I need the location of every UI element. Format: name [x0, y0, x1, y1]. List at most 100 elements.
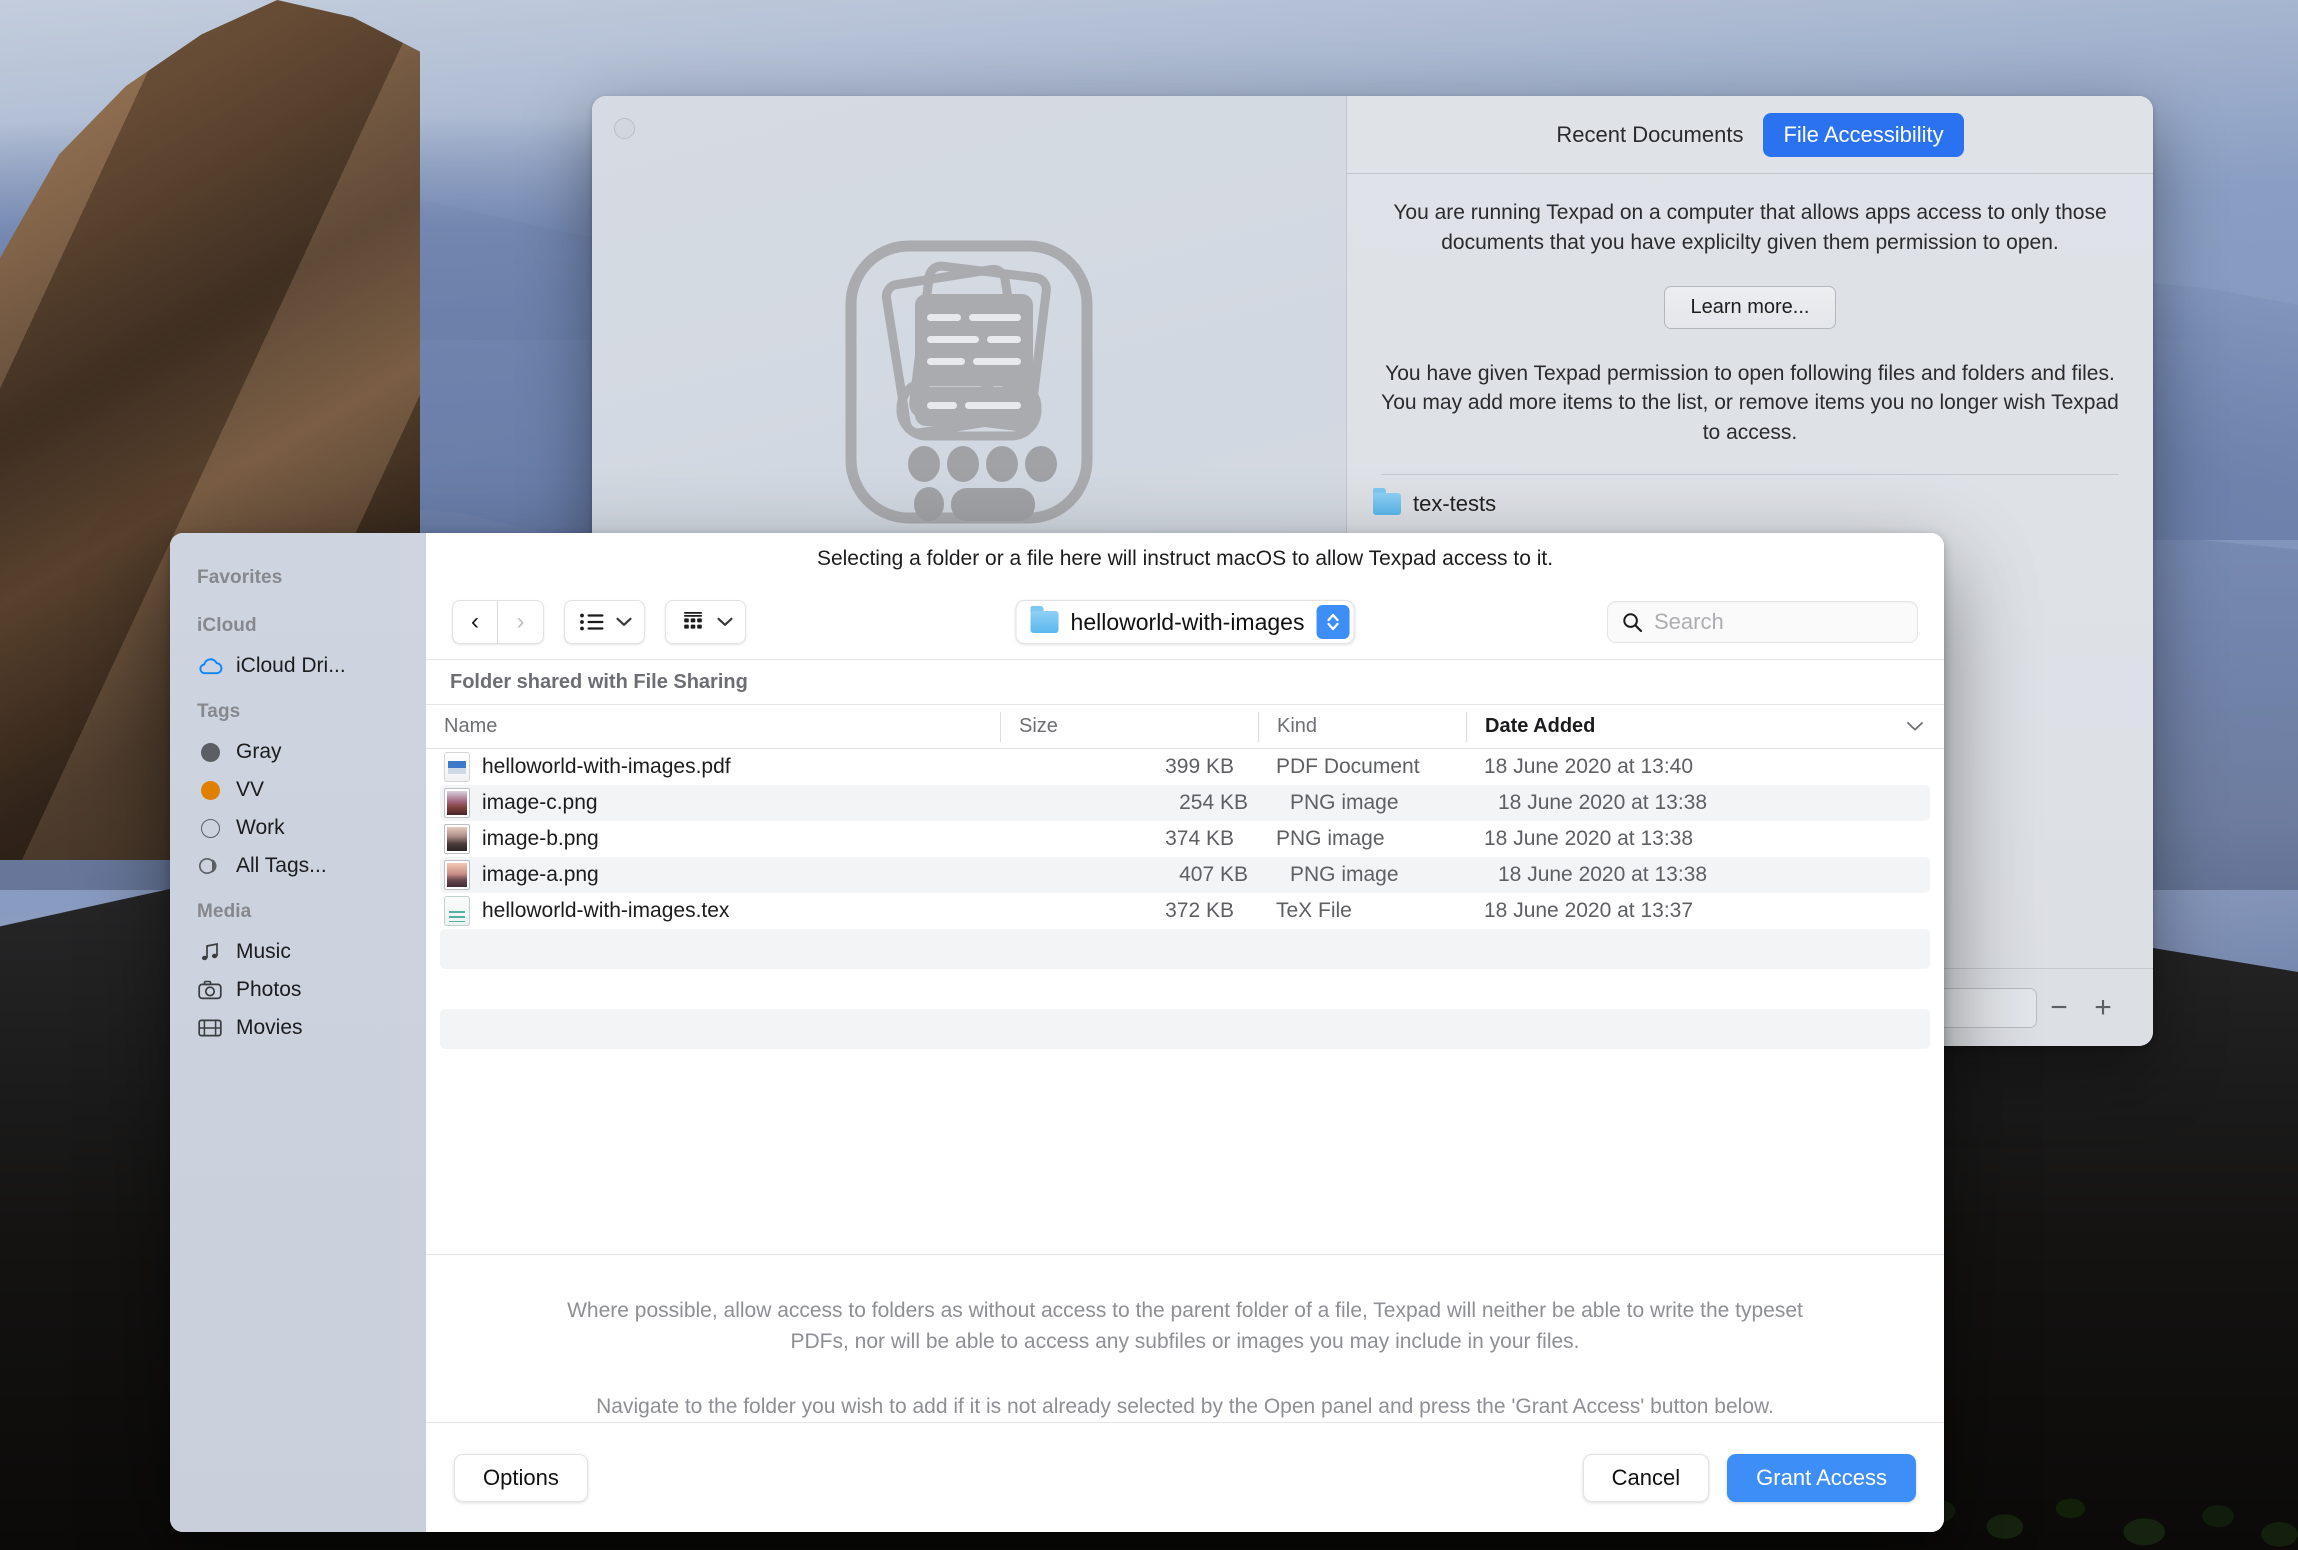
- sidebar-item-movies[interactable]: Movies: [170, 1009, 426, 1047]
- icon-view-button[interactable]: [665, 600, 746, 644]
- file-accessibility-body: You are running Texpad on a computer tha…: [1347, 174, 2153, 476]
- back-button[interactable]: ‹: [452, 600, 498, 644]
- sidebar-item-label: Movies: [236, 1016, 303, 1039]
- file-kind: PDF Document: [1276, 755, 1420, 778]
- file-name: helloworld-with-images.tex: [482, 899, 730, 922]
- sidebar-header-media: Media: [197, 901, 252, 922]
- list-view-button[interactable]: [564, 600, 645, 644]
- folder-icon: [1373, 488, 1401, 516]
- texpad-tab-bar: Recent Documents File Accessibility: [1347, 96, 2153, 174]
- table-row[interactable]: helloworld-with-images.tex 372 KB TeX Fi…: [426, 893, 1944, 929]
- granted-item-label: tex-tests: [1413, 491, 1497, 517]
- list-item[interactable]: tex-tests: [1373, 488, 2127, 517]
- note-paragraph-2: Navigate to the folder you wish to add i…: [596, 1394, 1774, 1418]
- camera-icon: [197, 980, 223, 1000]
- open-panel-toolbar: ‹ › helloworld-with-images Search: [426, 585, 1944, 659]
- file-date: 18 June 2020 at 13:38: [1498, 791, 1708, 814]
- sidebar-item-music[interactable]: Music: [170, 933, 426, 971]
- sidebar-item-label: Work: [236, 816, 285, 839]
- file-list-column-headers: Name Size Kind Date Added: [426, 705, 1944, 749]
- sort-chevron-down-icon: [1906, 721, 1924, 732]
- table-row-empty: [440, 1009, 1930, 1049]
- forward-button[interactable]: ›: [498, 600, 544, 644]
- file-date: 18 June 2020 at 13:40: [1484, 755, 1694, 778]
- file-size: 254 KB: [1179, 791, 1248, 814]
- table-row[interactable]: helloworld-with-images.pdf 399 KB PDF Do…: [426, 749, 1944, 785]
- tag-dot-hollow-icon: [197, 818, 223, 838]
- icloud-icon: [197, 657, 223, 675]
- file-name: image-c.png: [482, 791, 598, 814]
- sidebar-header-icloud: iCloud: [197, 615, 257, 636]
- list-view-icon: [579, 612, 605, 632]
- table-row[interactable]: image-a.png 407 KB PNG image 18 June 202…: [440, 857, 1930, 893]
- all-tags-icon: [197, 857, 223, 875]
- sidebar-item-label: iCloud Dri...: [236, 654, 346, 677]
- intro-paragraph: You are running Texpad on a computer tha…: [1393, 201, 2107, 254]
- column-header-size[interactable]: Size: [1000, 711, 1258, 742]
- add-item-button[interactable]: +: [2081, 992, 2125, 1023]
- sidebar-item-tag-gray[interactable]: Gray: [170, 733, 426, 771]
- sidebar-item-photos[interactable]: Photos: [170, 971, 426, 1009]
- open-panel-main: Selecting a folder or a file here will i…: [426, 533, 1944, 1532]
- film-icon: [197, 1018, 223, 1038]
- learn-more-button[interactable]: Learn more...: [1663, 285, 1837, 329]
- sidebar: Favorites iCloud iCloud Dri... Tags Gray…: [170, 533, 426, 1532]
- sidebar-item-label: Gray: [236, 740, 282, 763]
- table-row[interactable]: image-c.png 254 KB PNG image 18 June 202…: [440, 785, 1930, 821]
- options-button[interactable]: Options: [454, 1453, 588, 1502]
- sidebar-header-tags: Tags: [197, 701, 241, 722]
- file-date: 18 June 2020 at 13:38: [1498, 863, 1708, 886]
- tab-recent-documents[interactable]: Recent Documents: [1536, 113, 1763, 157]
- note-paragraph-1: Where possible, allow access to folders …: [567, 1298, 1803, 1353]
- hillside-trees: [1890, 1420, 2298, 1550]
- file-size: 399 KB: [1165, 755, 1234, 778]
- file-kind: PNG image: [1290, 863, 1399, 886]
- column-header-label: Date Added: [1485, 715, 1596, 737]
- file-kind: TeX File: [1276, 899, 1352, 922]
- navigation-buttons: ‹ ›: [452, 600, 544, 644]
- path-popup-button[interactable]: helloworld-with-images: [1015, 600, 1355, 644]
- column-header-date-added[interactable]: Date Added: [1466, 711, 1944, 742]
- sidebar-item-tag-vv[interactable]: VV: [170, 771, 426, 809]
- file-kind: PNG image: [1290, 791, 1399, 814]
- remove-item-button[interactable]: −: [2037, 992, 2081, 1023]
- sidebar-item-icloud-drive[interactable]: iCloud Dri...: [170, 647, 426, 685]
- tab-file-accessibility[interactable]: File Accessibility: [1763, 112, 1964, 157]
- file-size: 407 KB: [1179, 863, 1248, 886]
- file-list[interactable]: helloworld-with-images.pdf 399 KB PDF Do…: [426, 749, 1944, 1254]
- close-window-button[interactable]: [614, 118, 635, 139]
- path-label: helloworld-with-images: [1070, 608, 1305, 635]
- sidebar-header-favorites: Favorites: [197, 567, 283, 588]
- open-panel-title: Selecting a folder or a file here will i…: [816, 547, 1554, 570]
- search-placeholder: Search: [1654, 609, 1724, 634]
- texpad-app-icon: [829, 236, 1109, 526]
- sidebar-item-label: VV: [236, 778, 265, 801]
- png-file-icon: [444, 860, 470, 890]
- tag-dot-icon: [197, 780, 223, 800]
- file-size: 372 KB: [1165, 899, 1234, 922]
- chevron-down-icon: [616, 617, 632, 627]
- sidebar-item-label: Photos: [236, 978, 302, 1001]
- sidebar-item-all-tags[interactable]: All Tags...: [170, 847, 426, 885]
- granted-items-list: tex-tests: [1347, 475, 2153, 533]
- permission-paragraph: You have given Texpad permission to open…: [1381, 361, 2119, 445]
- cancel-button[interactable]: Cancel: [1582, 1453, 1710, 1502]
- column-header-kind[interactable]: Kind: [1258, 711, 1466, 742]
- grant-access-button[interactable]: Grant Access: [1727, 1453, 1916, 1502]
- file-name: image-b.png: [482, 827, 599, 850]
- tag-dot-icon: [197, 742, 223, 762]
- table-row-empty: [440, 929, 1930, 969]
- chevron-down-icon: [717, 617, 733, 627]
- search-icon: [1622, 612, 1643, 633]
- chevron-updown-icon: [1316, 605, 1350, 639]
- sidebar-item-label: All Tags...: [236, 854, 327, 877]
- column-header-name[interactable]: Name: [426, 712, 1000, 742]
- sidebar-item-tag-work[interactable]: Work: [170, 809, 426, 847]
- search-input[interactable]: Search: [1607, 601, 1918, 643]
- png-file-icon: [444, 824, 470, 854]
- music-note-icon: [197, 941, 223, 963]
- file-name: image-a.png: [482, 863, 599, 886]
- file-name: helloworld-with-images.pdf: [482, 755, 731, 778]
- table-row[interactable]: image-b.png 374 KB PNG image 18 June 202…: [426, 821, 1944, 857]
